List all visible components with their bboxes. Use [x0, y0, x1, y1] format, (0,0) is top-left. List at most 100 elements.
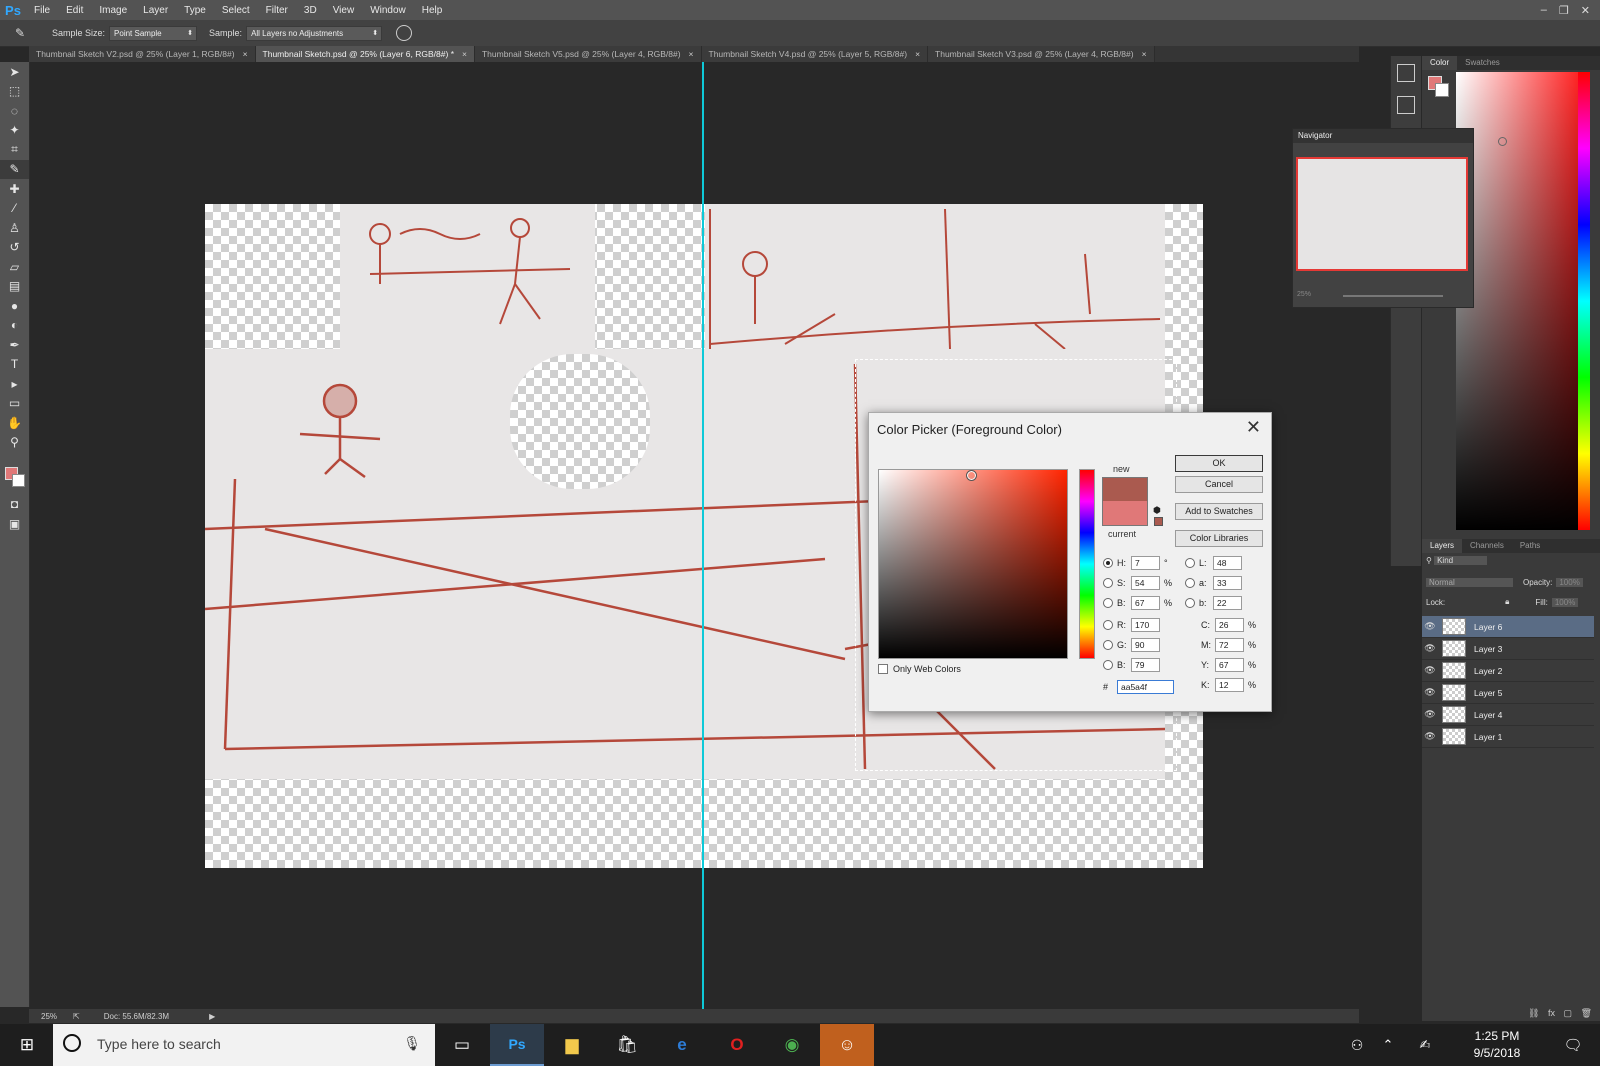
brightness-radio[interactable]	[1103, 598, 1113, 608]
type-tool-icon[interactable]: T	[0, 355, 29, 375]
path-selection-tool-icon[interactable]: ▸	[0, 374, 29, 394]
new-layer-icon[interactable]: ▢	[1564, 1008, 1573, 1018]
tab-thumbnail-sketch-v2[interactable]: Thumbnail Sketch V2.psd @ 25% (Layer 1, …	[29, 46, 256, 62]
yellow-field[interactable]: 67	[1215, 658, 1244, 672]
discord-icon[interactable]: ☺	[820, 1024, 874, 1066]
pen-workspace-icon[interactable]: ✍︎	[1410, 1024, 1440, 1066]
eye-icon[interactable]: 👁︎	[1422, 731, 1438, 742]
green-field[interactable]: 90	[1131, 638, 1160, 652]
crop-tool-icon[interactable]: ⌗	[0, 140, 29, 160]
tab-close-icon[interactable]: ×	[243, 49, 248, 59]
clone-stamp-tool-icon[interactable]: ♙	[0, 218, 29, 238]
microphone-icon[interactable]: 🎙︎	[403, 1035, 421, 1052]
opera-icon[interactable]: O	[710, 1024, 764, 1066]
saturation-radio[interactable]	[1103, 578, 1113, 588]
windows-start-icon[interactable]: ⊞	[0, 1024, 54, 1066]
cancel-button[interactable]: Cancel	[1175, 476, 1263, 493]
web-safe-warning-icon[interactable]	[1154, 517, 1163, 526]
task-view-icon[interactable]: ▭	[435, 1024, 489, 1066]
blend-mode-select[interactable]: Normal	[1426, 577, 1513, 587]
ok-button[interactable]: OK	[1175, 455, 1263, 472]
magic-wand-tool-icon[interactable]: ✦	[0, 121, 29, 141]
eye-icon[interactable]: 👁︎	[1422, 643, 1438, 654]
screen-mode-icon[interactable]: ▣	[0, 514, 29, 534]
tab-layers[interactable]: Layers	[1422, 539, 1463, 553]
layer-row-layer-2[interactable]: 👁︎ Layer 2	[1422, 660, 1594, 682]
saturation-brightness-field[interactable]	[878, 469, 1068, 659]
lab-b-field[interactable]: 22	[1213, 596, 1242, 610]
move-tool-icon[interactable]: ➤	[0, 62, 29, 82]
marquee-tool-icon[interactable]: ⬚	[0, 82, 29, 102]
tab-close-icon[interactable]: ×	[915, 49, 920, 59]
layer-row-layer-4[interactable]: 👁︎ Layer 4	[1422, 704, 1594, 726]
layer-row-layer-1[interactable]: 👁︎ Layer 1	[1422, 726, 1594, 748]
tab-thumbnail-sketch-v4[interactable]: Thumbnail Sketch V4.psd @ 25% (Layer 5, …	[701, 46, 929, 62]
black-field[interactable]: 12	[1215, 678, 1244, 692]
tab-swatches[interactable]: Swatches	[1457, 56, 1508, 70]
tab-close-icon[interactable]: ×	[1142, 49, 1147, 59]
tab-thumbnail-sketch-v3[interactable]: Thumbnail Sketch V3.psd @ 25% (Layer 4, …	[928, 46, 1155, 62]
menu-file[interactable]: File	[26, 5, 58, 16]
notifications-icon[interactable]: 🗨︎	[1546, 1024, 1600, 1066]
hand-tool-icon[interactable]: ✋	[0, 413, 29, 433]
system-clock[interactable]: 1:25 PM 9/5/2018	[1462, 1028, 1532, 1062]
eye-icon[interactable]: 👁︎	[1422, 665, 1438, 676]
lock-icon[interactable]: 🔒︎	[1505, 597, 1509, 607]
only-web-colors-checkbox[interactable]	[878, 664, 888, 674]
brush-tool-icon[interactable]: ⁄	[0, 199, 29, 219]
edge-icon[interactable]: e	[655, 1024, 709, 1066]
saturation-field[interactable]: 54	[1131, 576, 1160, 590]
navigator-zoom[interactable]: 25%	[1297, 291, 1311, 298]
layer-row-layer-6[interactable]: 👁︎ Layer 6	[1422, 616, 1594, 638]
vertical-guide[interactable]	[702, 62, 704, 1009]
close-button[interactable]: ✕	[1581, 4, 1590, 17]
hex-field[interactable]: aa5a4f	[1117, 680, 1174, 694]
color-panel-bg-swatch[interactable]	[1435, 83, 1449, 97]
pen-tool-icon[interactable]: ✒	[0, 335, 29, 355]
color-marker[interactable]	[966, 470, 977, 481]
color-panel-hue-bar[interactable]	[1578, 72, 1590, 530]
background-color-swatch[interactable]	[12, 474, 25, 487]
eye-icon[interactable]: 👁︎	[1422, 687, 1438, 698]
actions-panel-icon[interactable]	[1397, 96, 1415, 114]
tab-color[interactable]: Color	[1422, 56, 1458, 70]
quick-mask-icon[interactable]: ◘	[0, 494, 29, 514]
blur-tool-icon[interactable]: ●	[0, 296, 29, 316]
lab-b-radio[interactable]	[1185, 598, 1195, 608]
red-field[interactable]: 170	[1131, 618, 1160, 632]
sample-size-select[interactable]: Point Sample	[109, 25, 198, 41]
status-arrow-icon[interactable]: ▶	[209, 1012, 215, 1021]
menu-window[interactable]: Window	[362, 5, 414, 16]
lab-a-field[interactable]: 33	[1213, 576, 1242, 590]
photoshop-taskbar-icon[interactable]: Ps	[490, 1024, 544, 1066]
tab-close-icon[interactable]: ×	[462, 49, 467, 59]
tab-paths[interactable]: Paths	[1512, 539, 1548, 553]
lasso-tool-icon[interactable]: ◌	[0, 101, 29, 121]
hue-radio[interactable]	[1103, 558, 1113, 568]
layer-row-layer-5[interactable]: 👁︎ Layer 5	[1422, 682, 1594, 704]
tab-channels[interactable]: Channels	[1462, 539, 1512, 553]
show-hidden-icons-chevron[interactable]: ⌃	[1373, 1024, 1403, 1066]
eyedropper-tool-icon[interactable]: ✎	[0, 159, 29, 179]
lab-a-radio[interactable]	[1185, 578, 1195, 588]
file-explorer-icon[interactable]: ▆	[545, 1024, 599, 1066]
show-sampling-ring-icon[interactable]	[396, 25, 413, 41]
chrome-icon[interactable]: ◉	[765, 1024, 819, 1066]
lab-l-field[interactable]: 48	[1213, 556, 1242, 570]
opacity-field[interactable]: 100%	[1556, 577, 1583, 587]
current-color-swatch[interactable]	[1102, 501, 1148, 526]
sample-select[interactable]: All Layers no Adjustments	[246, 25, 383, 41]
dodge-tool-icon[interactable]: ◐	[0, 316, 29, 336]
restore-button[interactable]: ❐	[1559, 4, 1569, 17]
brightness-field[interactable]: 67	[1131, 596, 1160, 610]
navigator-zoom-slider[interactable]	[1343, 295, 1443, 297]
out-of-gamut-warning-icon[interactable]: ⬢	[1153, 505, 1161, 516]
zoom-tool-icon[interactable]: ⚲	[0, 433, 29, 453]
magenta-field[interactable]: 72	[1215, 638, 1244, 652]
red-radio[interactable]	[1103, 620, 1113, 630]
eye-icon[interactable]: 👁︎	[1422, 621, 1438, 632]
menu-layer[interactable]: Layer	[135, 5, 176, 16]
zoom-level[interactable]: 25%	[41, 1012, 57, 1021]
export-icon[interactable]: ⇱	[73, 1012, 80, 1021]
microsoft-store-icon[interactable]: 🛍︎	[600, 1024, 654, 1066]
